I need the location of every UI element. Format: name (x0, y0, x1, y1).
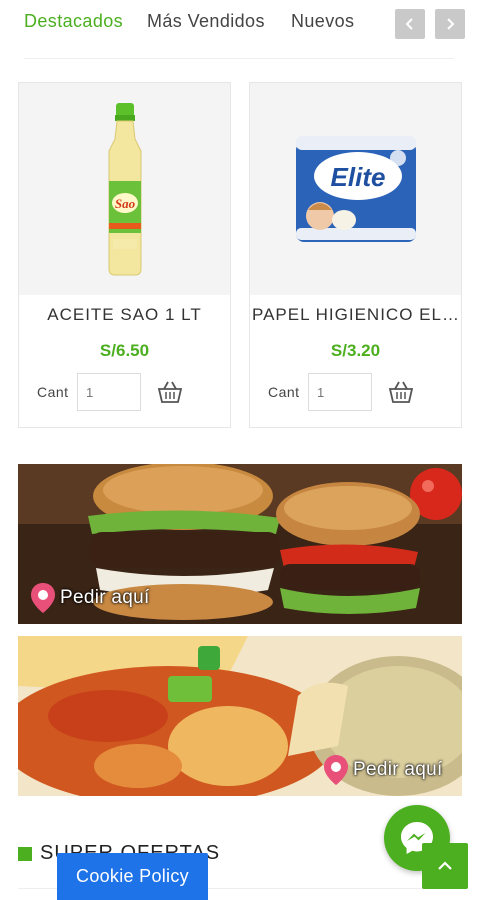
tab-nuevos[interactable]: Nuevos (291, 11, 354, 32)
product-price: S/6.50 (99, 341, 150, 360)
brand-logo-text: Sao (114, 196, 135, 211)
quantity-label: Cant (268, 384, 300, 400)
order-here-link[interactable]: Pedir aquí (30, 582, 150, 614)
product-name[interactable]: PAPEL HIGIENICO ELITE (250, 305, 461, 325)
banner-chifa[interactable]: Pedir aquí (18, 636, 462, 796)
product-image-papel[interactable]: Elite (250, 83, 461, 295)
order-here-link[interactable]: Pedir aquí (323, 754, 443, 786)
tabs-divider (24, 58, 454, 59)
tab-mas-vendidos[interactable]: Más Vendidos (147, 11, 265, 32)
map-pin-icon (324, 755, 348, 785)
order-here-label: Pedir aquí (60, 587, 150, 608)
oil-bottle-image: Sao (108, 103, 141, 276)
brand-logo-text: Elite (330, 162, 385, 192)
carousel-prev-button[interactable] (395, 9, 425, 39)
section-marker-icon (18, 846, 32, 861)
quantity-input[interactable] (308, 373, 372, 411)
map-pin-icon (31, 583, 55, 613)
chevron-right-icon (447, 18, 455, 30)
tab-destacados[interactable]: Destacados (24, 11, 123, 32)
product-price: S/3.20 (330, 341, 381, 360)
order-here-label: Pedir aquí (353, 759, 443, 780)
product-image-aceite[interactable]: Sao (19, 83, 230, 295)
add-to-cart-icon[interactable] (388, 380, 414, 404)
cookie-policy-button[interactable]: Cookie Policy (57, 853, 208, 900)
banner-burgers[interactable]: Pedir aquí (18, 464, 462, 624)
product-tabs: Destacados Más Vendidos Nuevos (0, 0, 478, 50)
scroll-top-button[interactable] (422, 843, 468, 889)
chevron-up-icon (438, 861, 452, 870)
toilet-paper-image: Elite (295, 136, 416, 242)
product-card-papel[interactable]: Elite PAPEL HIGIENICO ELITE S/3.20 Cant (249, 82, 462, 428)
add-to-cart-icon[interactable] (157, 380, 183, 404)
quantity-label: Cant (37, 384, 69, 400)
product-card-aceite[interactable]: Sao ACEITE SAO 1 LT S/6.50 Cant (18, 82, 231, 428)
chevron-left-icon (405, 18, 413, 30)
product-name[interactable]: ACEITE SAO 1 LT (19, 305, 230, 325)
carousel-next-button[interactable] (435, 9, 465, 39)
quantity-input[interactable] (77, 373, 141, 411)
